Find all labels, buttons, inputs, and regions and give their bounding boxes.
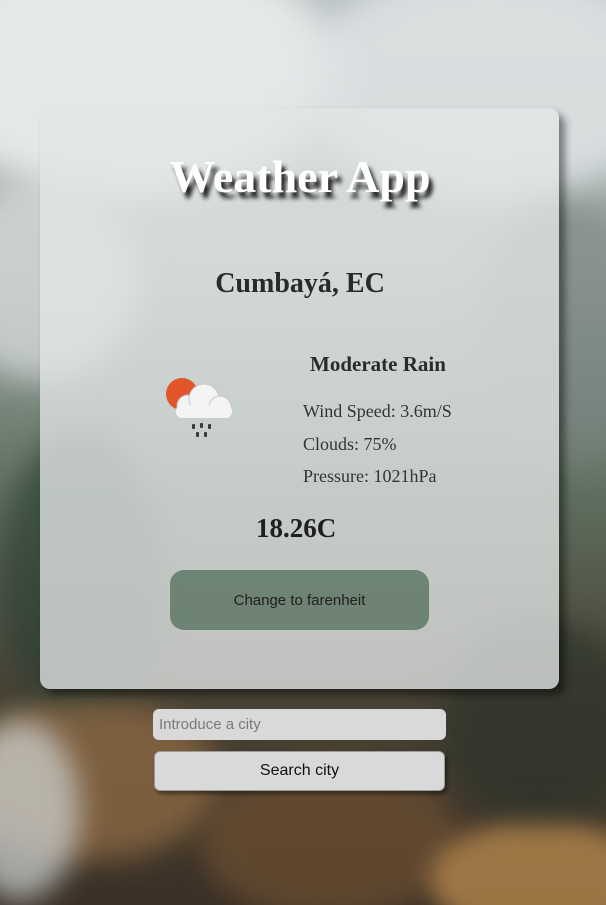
wind-speed: Wind Speed: 3.6m/S <box>303 401 452 421</box>
app-title: Weather App <box>169 151 431 202</box>
clouds-percentage: Clouds: 75% <box>303 434 397 454</box>
sun-cloud-rain-icon <box>162 374 236 444</box>
search-city-button[interactable]: Search city <box>154 751 445 791</box>
weather-condition: Moderate Rain <box>310 352 446 376</box>
city-name: Cumbayá, EC <box>215 268 385 299</box>
pressure: Pressure: 1021hPa <box>303 466 437 486</box>
change-unit-button[interactable]: Change to farenheit <box>170 570 429 630</box>
city-search-input[interactable] <box>153 709 446 740</box>
temperature: 18.26C <box>256 513 337 543</box>
